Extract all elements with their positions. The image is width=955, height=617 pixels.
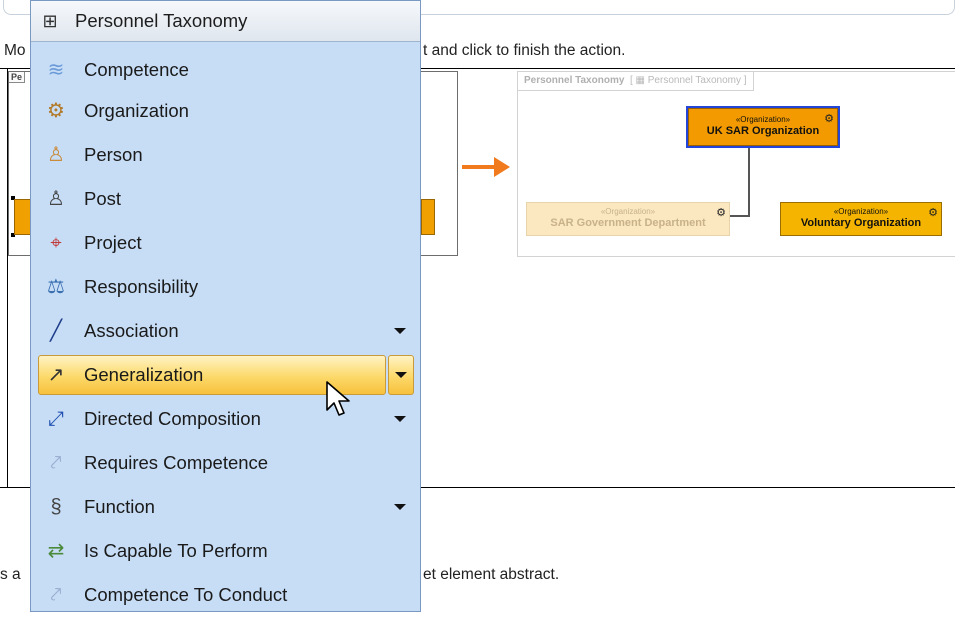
menu-item-generalization[interactable]: ↗ Generalization [31, 353, 420, 397]
directed-composition-icon: ⤢ [48, 408, 64, 430]
palette-title: Personnel Taxonomy [75, 10, 248, 31]
menu-item-label: Generalization [84, 364, 204, 385]
doc-text-line1-left: Mo [4, 42, 26, 59]
stereotype-label: «Organization» [600, 207, 656, 216]
requires-competence-icon: ⤤ [50, 452, 62, 474]
transition-arrow-head [494, 157, 510, 177]
before-diagram-title: Pe [9, 72, 26, 83]
palette-header[interactable]: ⊞ Personnel Taxonomy [31, 1, 420, 42]
organization-box-sar-government[interactable]: ⚙ «Organization» SAR Government Departme… [526, 202, 730, 236]
menu-item-label: Directed Composition [84, 408, 261, 429]
menu-item-competence[interactable]: ≋ Competence [31, 48, 420, 92]
chevron-down-icon[interactable] [394, 328, 406, 334]
menu-item-post[interactable]: ♙ Post [31, 177, 420, 221]
menu-item-is-capable-to-perform[interactable]: ⇄ Is Capable To Perform [31, 529, 420, 573]
menu-item-label: Competence To Conduct [84, 584, 288, 605]
organization-icon: ⚙ [716, 207, 726, 219]
menu-item-label: Person [84, 144, 143, 165]
generalization-icon: ↗ [47, 364, 65, 386]
menu-item-label: Function [84, 496, 155, 517]
menu-item-competence-to-conduct[interactable]: ⤤ Competence To Conduct [31, 573, 420, 617]
chevron-down-icon[interactable] [394, 504, 406, 510]
before-organization-box[interactable] [421, 199, 435, 235]
stereotype-label: «Organization» [735, 115, 791, 124]
chevron-down-icon[interactable] [395, 372, 407, 378]
person-icon: ♙ [47, 144, 65, 166]
menu-item-association[interactable]: ╱ Association [31, 309, 420, 353]
menu-item-function[interactable]: § Function [31, 485, 420, 529]
menu-item-label: Project [84, 232, 142, 253]
competence-icon: ≋ [47, 59, 65, 81]
association-icon: ╱ [49, 320, 63, 342]
organization-icon: ⚙ [928, 207, 938, 219]
diagram-frame-tab-suffix: Personnel Taxonomy [647, 75, 741, 86]
doc-text-line1-right: t and click to finish the action. [423, 42, 626, 59]
post-icon: ♙ [47, 188, 65, 210]
transition-arrow [462, 165, 496, 169]
organization-icon: ⚙ [824, 113, 834, 125]
menu-item-organization[interactable]: ⚙ Organization [31, 89, 420, 133]
function-icon: § [50, 496, 62, 518]
organization-box-uk-sar[interactable]: ⚙ «Organization» UK SAR Organization [688, 108, 838, 146]
is-capable-to-perform-icon: ⇄ [47, 540, 65, 562]
organization-box-voluntary[interactable]: ⚙ «Organization» Voluntary Organization [780, 202, 942, 236]
menu-item-label: Association [84, 320, 179, 341]
chevron-down-icon[interactable] [394, 416, 406, 422]
project-icon: ⌖ [50, 232, 62, 254]
responsibility-icon: ⚖ [47, 276, 65, 298]
menu-item-label: Is Capable To Perform [84, 540, 268, 561]
menu-item-label: Responsibility [84, 276, 199, 297]
menu-item-person[interactable]: ♙ Person [31, 133, 420, 177]
organization-name: SAR Government Department [550, 217, 706, 229]
palette-menu: ⊞ Personnel Taxonomy ≋ Competence ⚙ Orga… [30, 0, 421, 612]
diagram-frame-bracket-close: ] [743, 75, 747, 86]
generalization-line-horizontal[interactable] [728, 215, 750, 217]
competence-to-conduct-icon: ⤤ [50, 584, 62, 606]
diagram-icon: ⊞ [42, 11, 58, 31]
after-diagram-frame: Personnel Taxonomy [ ▦ Personnel Taxonom… [517, 71, 955, 257]
menu-item-label: Post [84, 188, 122, 209]
menu-item-directed-composition[interactable]: ⤢ Directed Composition [31, 397, 420, 441]
organization-name: UK SAR Organization [706, 125, 820, 137]
menu-item-label: Competence [84, 59, 189, 80]
menu-item-label: Organization [84, 100, 189, 121]
diagram-frame-tab: Personnel Taxonomy [ ▦ Personnel Taxonom… [518, 72, 754, 91]
diagram-frame-name: Personnel Taxonomy [524, 75, 625, 86]
stereotype-label: «Organization» [833, 207, 889, 216]
generalization-line-vertical[interactable] [748, 144, 750, 216]
organization-icon: ⚙ [47, 100, 65, 122]
doc-text-line2-left: s a [0, 566, 21, 583]
doc-text-line2-right: et element abstract. [423, 566, 560, 583]
mouse-pointer-icon [326, 381, 350, 416]
menu-item-label: Requires Competence [84, 452, 269, 473]
organization-name: Voluntary Organization [800, 217, 922, 229]
diagram-type-icon: ▦ [635, 75, 645, 86]
menu-item-responsibility[interactable]: ⚖ Responsibility [31, 265, 420, 309]
menu-item-project[interactable]: ⌖ Project [31, 221, 420, 265]
diagram-frame-bracket-open: [ [627, 75, 636, 86]
menu-item-requires-competence[interactable]: ⤤ Requires Competence [31, 441, 420, 485]
